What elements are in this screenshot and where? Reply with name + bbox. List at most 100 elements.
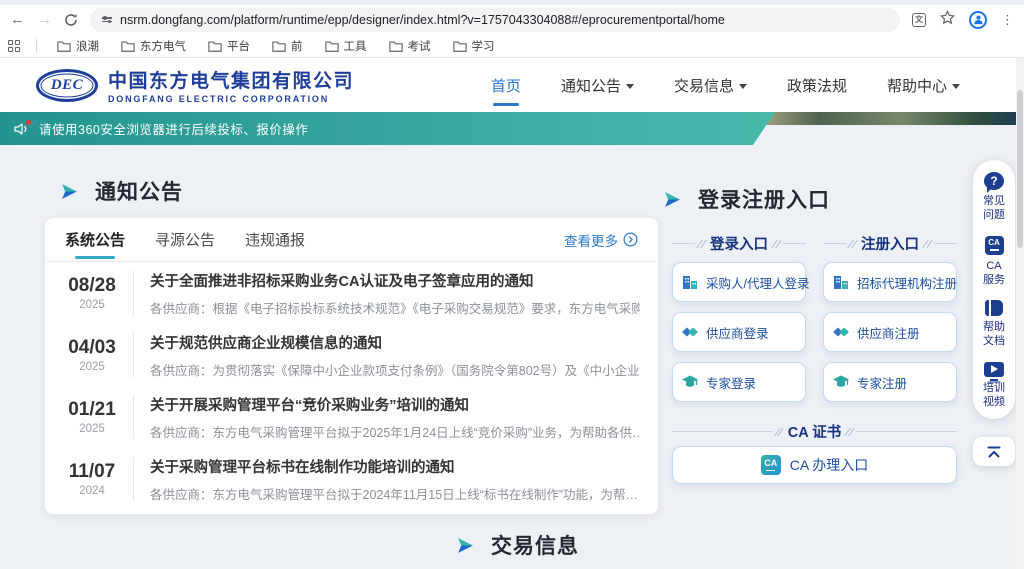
button-label: 招标代理机构注册 — [857, 273, 957, 292]
button-label: 采购人/代理人登录 — [706, 273, 809, 292]
nav-item-policies[interactable]: 政策法规 — [787, 69, 847, 102]
notice-body: 关于采购管理平台标书在线制作功能培训的通知 各供应商：东方电气采购管理平台拟于2… — [150, 456, 640, 503]
translate-icon[interactable]: 文 — [912, 13, 926, 27]
decor-slashes — [777, 428, 782, 436]
scrollbar-thumb[interactable] — [1017, 90, 1023, 248]
button-label: 专家登录 — [706, 373, 756, 392]
help-docs-quicklink[interactable]: 帮助文档 — [981, 300, 1007, 349]
notice-date: 01/21 2025 — [61, 399, 123, 435]
notice-row[interactable]: 04/03 2025 关于规范供应商企业规模信息的通知 各供应商：为贯彻落实《保… — [45, 324, 658, 386]
site-logo[interactable]: DEC 中国东方电气集团有限公司 DONGFANG ELECTRIC CORPO… — [36, 66, 354, 104]
ca-glyph: CA — [988, 239, 1000, 247]
notice-body: 关于开展采购管理平台“竞价采购业务”培训的通知 各供应商：东方电气采购管理平台拟… — [150, 394, 640, 441]
alert-dot — [26, 120, 31, 125]
notice-desc: 各供应商：为贯彻落实《保障中小企业款项支付条例》（国务院令第802号）及《中小企… — [150, 360, 640, 379]
url-bar[interactable]: nsrm.dongfang.com/platform/runtime/epp/d… — [90, 8, 900, 32]
video-icon — [984, 362, 1004, 377]
expert-register-button[interactable]: 专家注册 — [823, 362, 957, 402]
notice-title[interactable]: 关于开展采购管理平台“竞价采购业务”培训的通知 — [150, 394, 640, 415]
chevron-down-icon — [626, 84, 634, 89]
notice-title[interactable]: 关于规范供应商企业规模信息的通知 — [150, 332, 640, 353]
bookmark-label: 前 — [291, 38, 303, 54]
bookmark-folder[interactable]: 平台 — [200, 36, 258, 56]
folder-icon — [208, 40, 222, 52]
button-label: CA 办理入口 — [790, 455, 869, 475]
back-icon[interactable]: ← — [10, 12, 25, 27]
supplier-register-button[interactable]: 供应商注册 — [823, 312, 957, 352]
faq-quicklink[interactable]: ? 常见问题 — [981, 172, 1007, 223]
button-label: 供应商注册 — [857, 323, 920, 342]
decor-slashes — [850, 240, 855, 248]
company-name-cn: 中国东方电气集团有限公司 — [108, 66, 354, 93]
site-info-icon[interactable] — [102, 17, 112, 22]
nav-item-trade-info[interactable]: 交易信息 — [674, 69, 747, 102]
register-subheader-label: 注册入口 — [859, 233, 921, 254]
forward-icon[interactable]: → — [37, 12, 52, 27]
folder-icon — [272, 40, 286, 52]
notice-desc: 各供应商：根据《电子招标投标系统技术规范》《电子采购交易规范》要求，东方电气采购… — [150, 298, 640, 317]
trade-section-heading: 交易信息 — [456, 530, 579, 560]
register-subheader: 注册入口 — [823, 233, 957, 254]
divider — [133, 271, 134, 315]
ca-apply-button[interactable]: CA CA 办理入口 — [672, 446, 957, 484]
document-icon — [985, 300, 1003, 316]
notice-row[interactable]: 01/21 2025 关于开展采购管理平台“竞价采购业务”培训的通知 各供应商：… — [45, 386, 658, 448]
nav-label: 政策法规 — [787, 75, 847, 96]
purchaser-login-button[interactable]: 采购人/代理人登录 — [672, 262, 806, 302]
bookmark-folder[interactable]: 工具 — [317, 36, 375, 56]
agency-register-button[interactable]: 招标代理机构注册 — [823, 262, 957, 302]
profile-avatar[interactable] — [969, 11, 987, 29]
notice-body: 关于规范供应商企业规模信息的通知 各供应商：为贯彻落实《保障中小企业款项支付条例… — [150, 332, 640, 379]
quicklink-label: CA服务 — [981, 259, 1007, 288]
notice-title[interactable]: 关于全面推进非招标采购业务CA认证及电子签章应用的通知 — [150, 270, 640, 291]
bookmark-folder[interactable]: 前 — [264, 36, 311, 56]
view-more-link[interactable]: 查看更多 — [564, 230, 638, 250]
expert-login-button[interactable]: 专家登录 — [672, 362, 806, 402]
button-label: 供应商登录 — [706, 323, 769, 342]
notices-tabs: 系统公告 寻源公告 违规通报 查看更多 — [45, 218, 658, 262]
quicklink-label: 培训视频 — [981, 381, 1007, 410]
notice-title[interactable]: 关于采购管理平台标书在线制作功能培训的通知 — [150, 456, 640, 477]
bookmark-folder[interactable]: 学习 — [445, 36, 503, 56]
bookmark-folder[interactable]: 浪潮 — [49, 36, 107, 56]
ca-service-quicklink[interactable]: CA CA服务 — [981, 236, 1007, 288]
toolbar-actions: 文 ⋮ — [912, 10, 1014, 30]
tab-violation-reports[interactable]: 违规通报 — [245, 218, 305, 261]
supplier-login-button[interactable]: 供应商登录 — [672, 312, 806, 352]
nav-item-home[interactable]: 首页 — [491, 69, 521, 102]
training-video-quicklink[interactable]: 培训视频 — [981, 362, 1007, 410]
tab-system-notices[interactable]: 系统公告 — [65, 218, 125, 261]
login-section-heading: 登录注册入口 — [663, 184, 830, 214]
divider — [783, 243, 806, 244]
browser-menu-icon[interactable]: ⋮ — [1001, 13, 1014, 26]
login-button-grid: 采购人/代理人登录 招标代理机构注册 供应商登录 供应商注册 专家登录 专家注册 — [672, 262, 957, 402]
notice-row[interactable]: 11/07 2024 关于采购管理平台标书在线制作功能培训的通知 各供应商：东方… — [45, 448, 658, 510]
reload-icon[interactable] — [64, 13, 78, 27]
apps-grid-icon[interactable] — [8, 40, 20, 52]
quicklink-label: 帮助文档 — [981, 320, 1007, 349]
section-title: 登录注册入口 — [698, 184, 830, 214]
folder-icon — [57, 40, 71, 52]
divider — [133, 395, 134, 439]
floating-quickbar: ? 常见问题 CA CA服务 帮助文档 培训视频 — [973, 160, 1015, 419]
notice-body: 关于全面推进非招标采购业务CA认证及电子签章应用的通知 各供应商：根据《电子招标… — [150, 270, 640, 317]
bookmark-star-icon[interactable] — [940, 10, 955, 30]
handshake-icon — [832, 323, 850, 341]
tab-sourcing-notices[interactable]: 寻源公告 — [155, 218, 215, 261]
section-arrow-icon — [60, 182, 79, 201]
nav-item-help-center[interactable]: 帮助中心 — [887, 69, 960, 102]
ticker-ribbon: 请使用360安全浏览器进行后续投标、报价操作 — [0, 112, 775, 145]
notice-date: 08/28 2025 — [61, 275, 123, 311]
bookmark-folder[interactable]: 考试 — [381, 36, 439, 56]
folder-icon — [389, 40, 403, 52]
quickbar-collapse-button[interactable] — [973, 437, 1015, 466]
notice-date-year: 2025 — [61, 423, 123, 435]
browser-chrome: ← → nsrm.dongfang.com/platform/runtime/e… — [0, 0, 1024, 58]
notice-row[interactable]: 08/28 2025 关于全面推进非招标采购业务CA认证及电子签章应用的通知 各… — [45, 262, 658, 324]
bookmark-label: 工具 — [344, 38, 367, 54]
main-nav: 首页 通知公告 交易信息 政策法规 帮助中心 — [491, 69, 988, 102]
decor-slashes — [699, 240, 704, 248]
bookmark-folder[interactable]: 东方电气 — [113, 36, 194, 56]
nav-item-notices[interactable]: 通知公告 — [561, 69, 634, 102]
notice-desc: 各供应商：东方电气采购管理平台拟于2024年11月15日上线“标书在线制作”功能… — [150, 484, 640, 503]
